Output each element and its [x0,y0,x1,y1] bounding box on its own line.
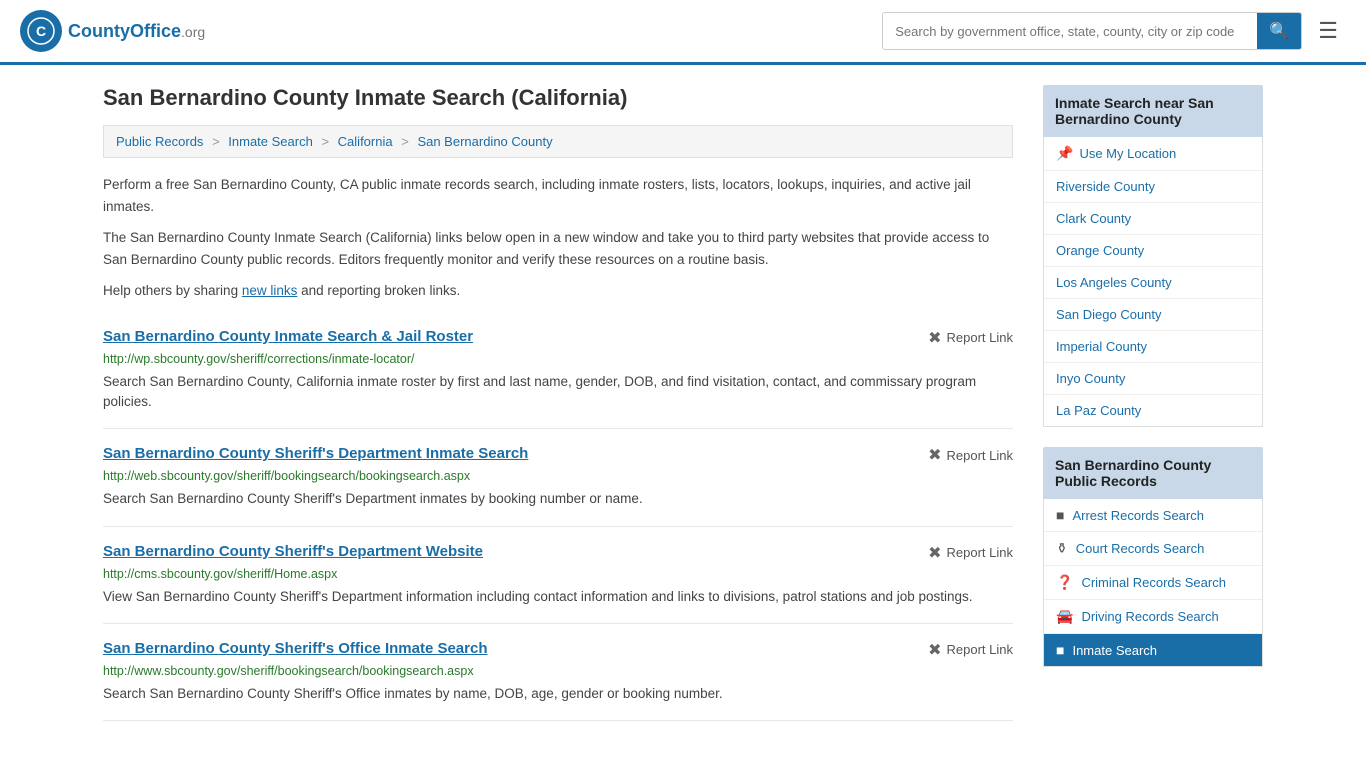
breadcrumb-county[interactable]: San Bernardino County [417,134,552,149]
result-item: San Bernardino County Sheriff's Departme… [103,429,1013,526]
use-location-item[interactable]: 📌 Use My Location [1044,137,1262,171]
result-item: San Bernardino County Sheriff's Office I… [103,624,1013,721]
result-desc: Search San Bernardino County Sheriff's O… [103,684,1013,704]
result-header: San Bernardino County Inmate Search & Ja… [103,328,1013,348]
report-link[interactable]: ✖ Report Link [928,543,1013,563]
nearby-box: Inmate Search near San Bernardino County… [1043,85,1263,427]
search-input[interactable] [883,16,1257,47]
arrest-icon: ■ [1056,507,1064,523]
public-records-list: ■ Arrest Records Search ⚱ Court Records … [1043,499,1263,667]
county-item-lapaz[interactable]: La Paz County [1044,395,1262,426]
description-2: The San Bernardino County Inmate Search … [103,227,1013,270]
new-links[interactable]: new links [242,283,298,298]
breadcrumb-california[interactable]: California [338,134,393,149]
result-item: San Bernardino County Sheriff's Departme… [103,527,1013,624]
result-item: San Bernardino County Inmate Search & Ja… [103,312,1013,430]
svg-text:C: C [36,23,46,39]
pr-driving[interactable]: 🚘 Driving Records Search [1044,600,1262,634]
report-icon: ✖ [928,640,941,660]
breadcrumb-public-records[interactable]: Public Records [116,134,203,149]
public-records-header: San Bernardino County Public Records [1043,447,1263,499]
result-url: http://web.sbcounty.gov/sheriff/bookings… [103,469,1013,483]
description-3: Help others by sharing new links and rep… [103,280,1013,302]
report-icon: ✖ [928,543,941,563]
use-location-link[interactable]: Use My Location [1079,146,1176,161]
pr-criminal[interactable]: ❓ Criminal Records Search [1044,566,1262,600]
inmate-icon: ■ [1056,642,1064,658]
pr-inmate[interactable]: ■ Inmate Search [1044,634,1262,666]
pr-court[interactable]: ⚱ Court Records Search [1044,532,1262,566]
result-title[interactable]: San Bernardino County Sheriff's Office I… [103,640,488,657]
menu-button[interactable]: ☰ [1310,14,1346,48]
driving-icon: 🚘 [1056,608,1073,625]
county-item-sandiego[interactable]: San Diego County [1044,299,1262,331]
nearby-list: 📌 Use My Location Riverside County Clark… [1043,137,1263,427]
report-link[interactable]: ✖ Report Link [928,328,1013,348]
result-url: http://cms.sbcounty.gov/sheriff/Home.asp… [103,567,1013,581]
main-container: San Bernardino County Inmate Search (Cal… [83,65,1283,741]
criminal-icon: ❓ [1056,574,1073,591]
nearby-header: Inmate Search near San Bernardino County [1043,85,1263,137]
search-button[interactable]: 🔍 [1257,13,1301,49]
results-list: San Bernardino County Inmate Search & Ja… [103,312,1013,721]
county-item-clark[interactable]: Clark County [1044,203,1262,235]
result-header: San Bernardino County Sheriff's Office I… [103,640,1013,660]
court-icon: ⚱ [1056,540,1068,557]
breadcrumb: Public Records > Inmate Search > Califor… [103,125,1013,158]
result-header: San Bernardino County Sheriff's Departme… [103,543,1013,563]
report-icon: ✖ [928,445,941,465]
county-item-inyo[interactable]: Inyo County [1044,363,1262,395]
public-records-box: San Bernardino County Public Records ■ A… [1043,447,1263,667]
logo[interactable]: C CountyOffice.org [20,10,205,52]
result-title[interactable]: San Bernardino County Inmate Search & Ja… [103,328,473,345]
county-item-orange[interactable]: Orange County [1044,235,1262,267]
pr-arrest[interactable]: ■ Arrest Records Search [1044,499,1262,532]
location-pin-icon: 📌 [1056,145,1073,162]
report-icon: ✖ [928,328,941,348]
result-header: San Bernardino County Sheriff's Departme… [103,445,1013,465]
result-title[interactable]: San Bernardino County Sheriff's Departme… [103,543,483,560]
site-header: C CountyOffice.org 🔍 ☰ [0,0,1366,65]
search-bar: 🔍 [882,12,1302,50]
header-controls: 🔍 ☰ [882,12,1346,50]
report-link[interactable]: ✖ Report Link [928,640,1013,660]
logo-text: CountyOffice.org [68,21,205,42]
result-desc: Search San Bernardino County Sheriff's D… [103,489,1013,509]
county-item-losangeles[interactable]: Los Angeles County [1044,267,1262,299]
page-title: San Bernardino County Inmate Search (Cal… [103,85,1013,111]
content-area: San Bernardino County Inmate Search (Cal… [103,85,1013,721]
county-item-imperial[interactable]: Imperial County [1044,331,1262,363]
county-item-riverside[interactable]: Riverside County [1044,171,1262,203]
result-title[interactable]: San Bernardino County Sheriff's Departme… [103,445,528,462]
result-url: http://www.sbcounty.gov/sheriff/bookings… [103,664,1013,678]
result-desc: View San Bernardino County Sheriff's Dep… [103,587,1013,607]
result-url: http://wp.sbcounty.gov/sheriff/correctio… [103,352,1013,366]
result-desc: Search San Bernardino County, California… [103,372,1013,413]
logo-icon: C [20,10,62,52]
report-link[interactable]: ✖ Report Link [928,445,1013,465]
description-1: Perform a free San Bernardino County, CA… [103,174,1013,217]
sidebar: Inmate Search near San Bernardino County… [1043,85,1263,721]
breadcrumb-inmate-search[interactable]: Inmate Search [228,134,313,149]
